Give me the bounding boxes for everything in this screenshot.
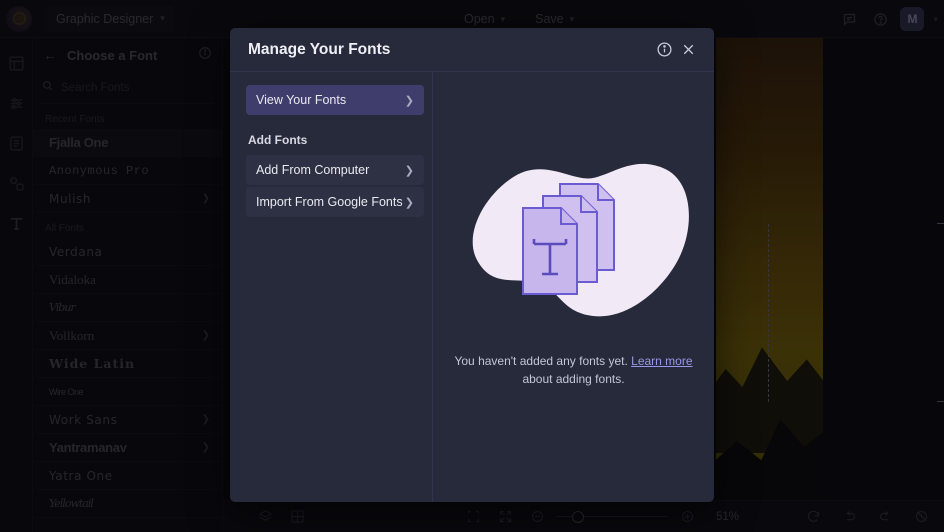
add-from-computer-label: Add From Computer — [256, 163, 370, 177]
chevron-right-icon: ❯ — [404, 196, 414, 209]
empty-text-before: You haven't added any fonts yet. — [454, 354, 632, 368]
import-google-fonts-label: Import From Google Fonts — [256, 195, 403, 209]
app-root: Graphic Designer ▾ Open ▾ Save ▾ M ▾ — [0, 0, 944, 532]
chevron-right-icon: ❯ — [404, 164, 414, 177]
font-documents-illustration — [455, 156, 693, 326]
modal-sidebar: View Your Fonts ❯ Add Fonts Add From Com… — [230, 72, 433, 502]
view-your-fonts-label: View Your Fonts — [256, 93, 347, 107]
modal-header: Manage Your Fonts — [230, 28, 714, 72]
modal-body: View Your Fonts ❯ Add Fonts Add From Com… — [230, 72, 714, 502]
learn-more-link[interactable]: Learn more — [631, 354, 692, 368]
modal-title: Manage Your Fonts — [248, 40, 391, 58]
empty-state-text: You haven't added any fonts yet. Learn m… — [454, 352, 694, 388]
manage-fonts-modal: Manage Your Fonts View Your Fonts ❯ Add … — [230, 28, 714, 502]
view-your-fonts-item[interactable]: View Your Fonts ❯ — [246, 85, 424, 115]
info-circle-icon[interactable] — [652, 38, 676, 62]
close-icon[interactable] — [676, 38, 700, 62]
chevron-right-icon: ❯ — [404, 94, 414, 107]
add-from-computer-item[interactable]: Add From Computer ❯ — [246, 155, 424, 185]
empty-text-after: about adding fonts. — [522, 372, 625, 386]
import-google-fonts-item[interactable]: Import From Google Fonts ❯ — [246, 187, 424, 217]
modal-content: You haven't added any fonts yet. Learn m… — [433, 72, 714, 502]
add-fonts-label: Add Fonts — [248, 133, 308, 147]
